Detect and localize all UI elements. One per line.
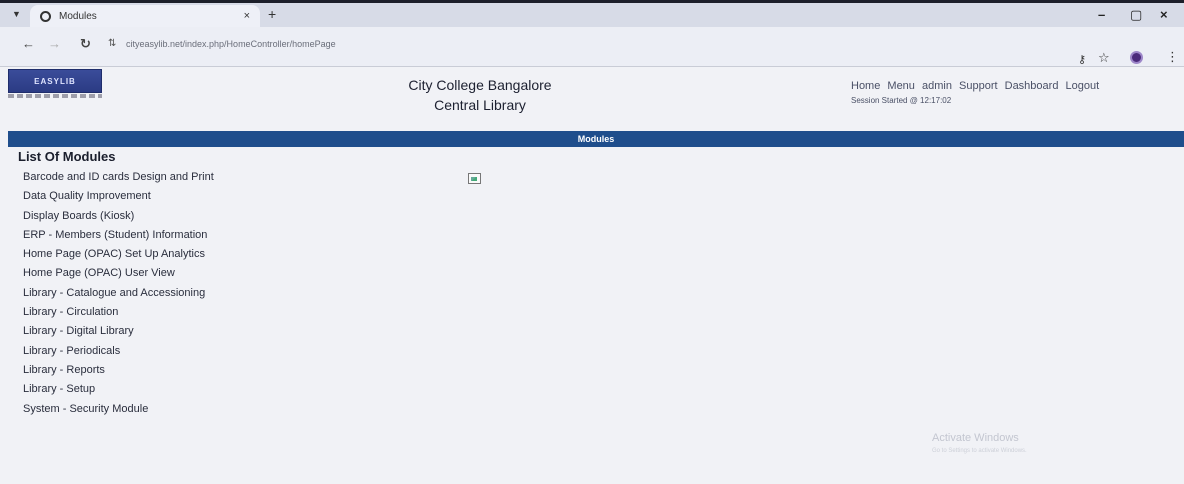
site-info-icon[interactable]: ⇅ <box>108 38 116 49</box>
window-close-button[interactable]: × <box>1160 7 1168 22</box>
modules-title-bar: Modules <box>8 131 1184 147</box>
module-link-catalogue[interactable]: Library - Catalogue and Accessioning <box>23 284 214 303</box>
nav-link-logout[interactable]: Logout <box>1066 80 1100 92</box>
star-icon[interactable]: ☆ <box>1098 50 1110 66</box>
browser-tab[interactable]: Modules × <box>30 5 260 27</box>
address-bar-url[interactable]: cityeasylib.net/index.php/HomeController… <box>126 39 336 49</box>
college-name: City College Bangalore <box>408 77 552 93</box>
browser-tab-strip: ▼ Modules × + – ▢ × <box>0 0 1184 27</box>
nav-link-menu[interactable]: Menu <box>887 80 915 92</box>
module-link-display-boards[interactable]: Display Boards (Kiosk) <box>23 207 214 226</box>
session-info: Session Started @ 12:17:02 <box>851 96 952 105</box>
modules-list: Barcode and ID cards Design and Print Da… <box>23 168 214 419</box>
module-link-erp-members[interactable]: ERP - Members (Student) Information <box>23 226 214 245</box>
module-link-circulation[interactable]: Library - Circulation <box>23 303 214 322</box>
module-link-opac-analytics[interactable]: Home Page (OPAC) Set Up Analytics <box>23 245 214 264</box>
activate-windows-subtitle: Go to Settings to activate Windows. <box>932 448 1027 454</box>
logo-tagline <box>8 94 102 98</box>
tab-title: Modules <box>59 10 97 22</box>
activate-windows-watermark: Activate Windows <box>932 432 1019 444</box>
profile-icon[interactable] <box>1130 51 1143 64</box>
kebab-menu-icon[interactable]: ⋮ <box>1166 49 1179 65</box>
module-link-digital-library[interactable]: Library - Digital Library <box>23 322 214 341</box>
module-link-periodicals[interactable]: Library - Periodicals <box>23 342 214 361</box>
new-tab-button[interactable]: + <box>268 6 276 22</box>
browser-toolbar: ← → ↻ ⇅ cityeasylib.net/index.php/HomeCo… <box>0 27 1184 67</box>
favicon-icon <box>40 10 51 22</box>
nav-link-home[interactable]: Home <box>851 80 880 92</box>
reload-icon[interactable]: ↻ <box>80 36 91 52</box>
window-maximize-button[interactable]: ▢ <box>1130 7 1142 23</box>
window-minimize-button[interactable]: – <box>1098 7 1105 22</box>
key-icon[interactable]: ⚷ <box>1078 53 1086 66</box>
modules-bar-title: Modules <box>577 134 615 144</box>
header-nav: Home Menu admin Support Dashboard Logout <box>851 80 1103 92</box>
page-content: EASYLIB City College Bangalore Central L… <box>0 67 1184 484</box>
module-link-setup[interactable]: Library - Setup <box>23 380 214 399</box>
tab-close-icon[interactable]: × <box>244 10 250 22</box>
tab-search-icon[interactable]: ▼ <box>12 9 21 19</box>
module-link-reports[interactable]: Library - Reports <box>23 361 214 380</box>
library-logo[interactable]: EASYLIB <box>8 69 102 93</box>
list-heading: List Of Modules <box>18 149 116 164</box>
module-link-opac-user-view[interactable]: Home Page (OPAC) User View <box>23 264 214 283</box>
page-title: City College Bangalore Central Library <box>360 75 600 115</box>
nav-link-dashboard[interactable]: Dashboard <box>1005 80 1059 92</box>
module-link-security[interactable]: System - Security Module <box>23 400 214 419</box>
nav-link-support[interactable]: Support <box>959 80 998 92</box>
module-link-barcode[interactable]: Barcode and ID cards Design and Print <box>23 168 214 187</box>
back-arrow-icon[interactable]: ← <box>22 36 35 51</box>
nav-link-admin[interactable]: admin <box>922 80 952 92</box>
forward-arrow-icon[interactable]: → <box>48 36 61 51</box>
module-link-data-quality[interactable]: Data Quality Improvement <box>23 187 214 206</box>
library-name: Central Library <box>434 97 526 113</box>
broken-image-icon <box>468 173 481 184</box>
